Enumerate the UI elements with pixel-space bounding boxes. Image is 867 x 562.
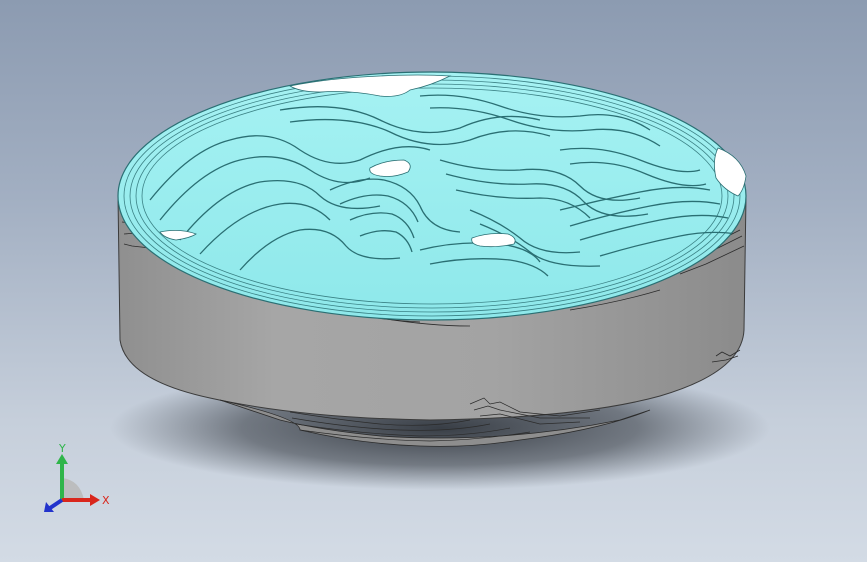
triad-x-label: X (102, 494, 110, 507)
3d-model-view[interactable] (0, 0, 867, 562)
graphics-viewport[interactable]: Y X (0, 0, 867, 562)
model-top-face[interactable] (117, 71, 747, 321)
triad-z-axis (48, 498, 64, 510)
triad-base-quadrant (62, 478, 84, 500)
triad-y-label: Y (58, 442, 66, 455)
triad-x-arrow-icon (90, 494, 100, 506)
orientation-triad: Y X (44, 442, 110, 512)
triad-y-arrow-icon (56, 454, 68, 464)
